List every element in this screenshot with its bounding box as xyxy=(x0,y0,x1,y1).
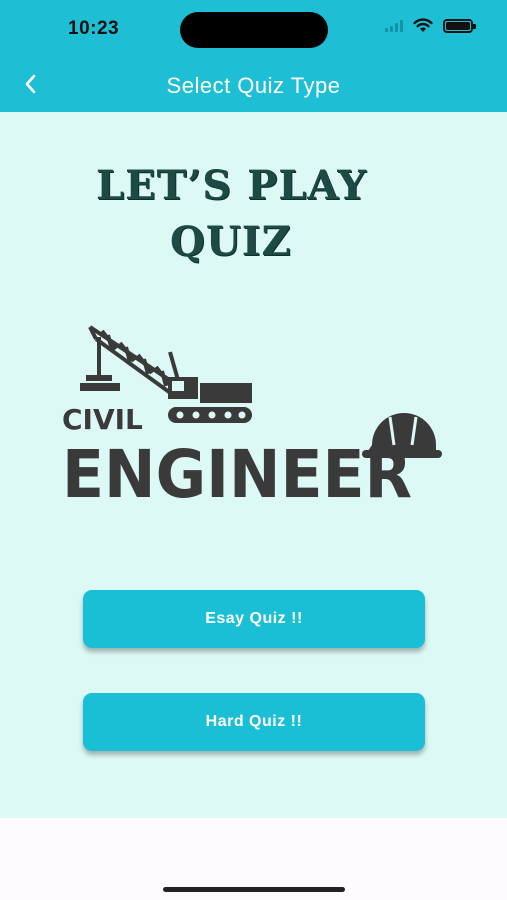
battery-icon xyxy=(443,18,476,33)
main-content: LET’S PLAY QUIZ CIVIL ENGINEER Esay Quiz… xyxy=(0,112,507,818)
dynamic-island xyxy=(180,12,328,48)
status-icons xyxy=(385,18,476,33)
home-indicator[interactable] xyxy=(163,887,345,892)
easy-quiz-button[interactable]: Esay Quiz !! xyxy=(83,590,425,648)
battery-level xyxy=(446,21,470,30)
cellular-signal-icon xyxy=(385,19,403,32)
wifi-icon xyxy=(413,18,433,32)
hard-hat-icon xyxy=(362,413,442,458)
logo-word-civil: CIVIL xyxy=(62,403,143,436)
headline-line-2: QUIZ xyxy=(170,218,292,265)
status-bar: 10:23 xyxy=(0,0,507,58)
civil-engineer-logo: CIVIL ENGINEER xyxy=(62,325,442,513)
page-title: Select Quiz Type xyxy=(166,73,341,98)
logo-word-engineer: ENGINEER xyxy=(62,436,412,513)
headline-line-1: LET’S PLAY xyxy=(96,162,367,209)
hard-quiz-button[interactable]: Hard Quiz !! xyxy=(83,693,425,751)
status-time: 10:23 xyxy=(68,18,120,39)
navigation-bar: Select Quiz Type xyxy=(0,58,507,112)
